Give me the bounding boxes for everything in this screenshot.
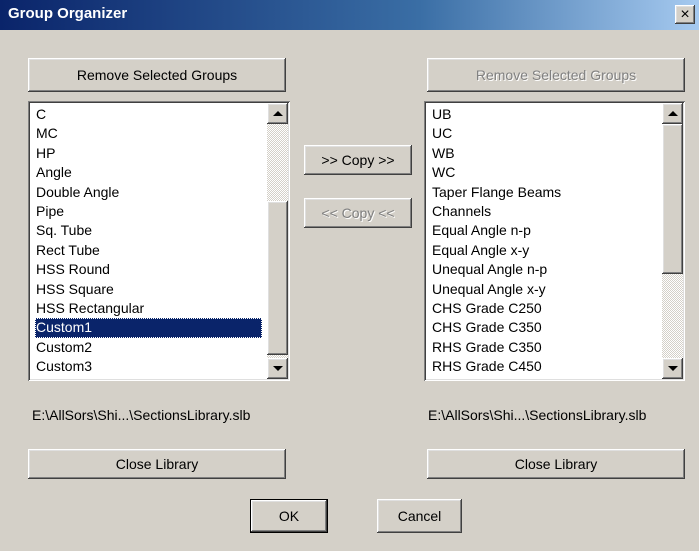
left-library-path: E:\AllSors\Shi...\SectionsLibrary.slb bbox=[32, 407, 251, 423]
close-icon[interactable]: × bbox=[675, 5, 695, 24]
list-item[interactable]: Pipe bbox=[35, 202, 262, 221]
list-item[interactable]: WB bbox=[431, 144, 657, 163]
left-close-library-label: Close Library bbox=[115, 456, 199, 472]
scroll-up-arrow-icon bbox=[667, 111, 678, 116]
list-item[interactable]: Channels bbox=[431, 202, 657, 221]
left-remove-label: Remove Selected Groups bbox=[76, 67, 238, 83]
right-group-list-items: UB UC WB WC Taper Flange Beams Channels Equal … bbox=[431, 105, 657, 376]
copy-right-button[interactable]: >> Copy >> bbox=[304, 145, 412, 175]
list-item[interactable]: UC bbox=[431, 124, 657, 143]
list-item[interactable]: Double Angle bbox=[35, 183, 262, 202]
copy-left-label: << Copy << bbox=[321, 205, 395, 221]
scroll-down-arrow-icon bbox=[667, 366, 678, 371]
list-item[interactable]: Equal Angle n-p bbox=[431, 221, 657, 240]
list-item[interactable]: Custom3 bbox=[35, 357, 262, 376]
scroll-down-arrow-icon bbox=[272, 366, 283, 371]
list-item[interactable]: Angle bbox=[35, 163, 262, 182]
list-item[interactable]: CHS Grade C350 bbox=[431, 318, 657, 337]
list-item[interactable]: CHS Grade C250 bbox=[431, 299, 657, 318]
list-item[interactable]: HP bbox=[35, 144, 262, 163]
right-scrollbar[interactable] bbox=[662, 103, 683, 379]
right-library-path: E:\AllSors\Shi...\SectionsLibrary.slb bbox=[428, 407, 647, 423]
scroll-up-arrow-icon bbox=[272, 111, 283, 116]
window-title: Group Organizer bbox=[8, 5, 128, 22]
list-item[interactable]: HSS Rectangular bbox=[35, 299, 262, 318]
right-scroll-up-button[interactable] bbox=[662, 103, 683, 124]
left-remove-selected-groups-button[interactable]: Remove Selected Groups bbox=[28, 58, 286, 92]
list-item[interactable]: Custom2 bbox=[35, 338, 262, 357]
left-close-library-button[interactable]: Close Library bbox=[28, 449, 286, 479]
cancel-button[interactable]: Cancel bbox=[377, 499, 462, 533]
list-item[interactable]: Custom1 bbox=[35, 318, 262, 338]
left-group-list[interactable]: C MC HP Angle Double Angle Pipe Sq. Tube Rect T… bbox=[28, 101, 290, 381]
cancel-label: Cancel bbox=[397, 508, 442, 524]
copy-left-button[interactable]: << Copy << bbox=[304, 198, 412, 228]
list-item[interactable]: Sq. Tube bbox=[35, 221, 262, 240]
list-item[interactable]: Equal Angle x-y bbox=[431, 241, 657, 260]
right-close-library-label: Close Library bbox=[514, 456, 598, 472]
copy-right-label: >> Copy >> bbox=[321, 152, 395, 168]
left-scroll-down-button[interactable] bbox=[267, 358, 288, 379]
right-remove-label: Remove Selected Groups bbox=[475, 67, 637, 83]
list-item[interactable]: RHS Grade C450 bbox=[431, 357, 657, 376]
right-scroll-thumb[interactable] bbox=[662, 124, 683, 274]
ok-label: OK bbox=[278, 508, 300, 524]
list-item[interactable]: Unequal Angle n-p bbox=[431, 260, 657, 279]
list-item[interactable]: C bbox=[35, 105, 262, 124]
list-item[interactable]: HSS Round bbox=[35, 260, 262, 279]
list-item[interactable]: Unequal Angle x-y bbox=[431, 280, 657, 299]
list-item[interactable]: HSS Square bbox=[35, 280, 262, 299]
list-item[interactable]: MC bbox=[35, 124, 262, 143]
left-scroll-thumb[interactable] bbox=[267, 201, 288, 355]
left-scrollbar[interactable] bbox=[267, 103, 288, 379]
left-group-list-items: C MC HP Angle Double Angle Pipe Sq. Tube Rect T… bbox=[35, 105, 262, 376]
right-scroll-down-button[interactable] bbox=[662, 358, 683, 379]
right-close-library-button[interactable]: Close Library bbox=[427, 449, 685, 479]
list-item[interactable]: RHS Grade C350 bbox=[431, 338, 657, 357]
list-item[interactable]: UB bbox=[431, 105, 657, 124]
right-remove-selected-groups-button[interactable]: Remove Selected Groups bbox=[427, 58, 685, 92]
title-bar[interactable]: Group Organizer × bbox=[0, 0, 699, 30]
left-scroll-up-button[interactable] bbox=[267, 103, 288, 124]
right-group-list[interactable]: UB UC WB WC Taper Flange Beams Channels Equal … bbox=[424, 101, 685, 381]
list-item[interactable]: Taper Flange Beams bbox=[431, 183, 657, 202]
ok-button[interactable]: OK bbox=[250, 499, 328, 533]
list-item[interactable]: Rect Tube bbox=[35, 241, 262, 260]
list-item[interactable]: WC bbox=[431, 163, 657, 182]
